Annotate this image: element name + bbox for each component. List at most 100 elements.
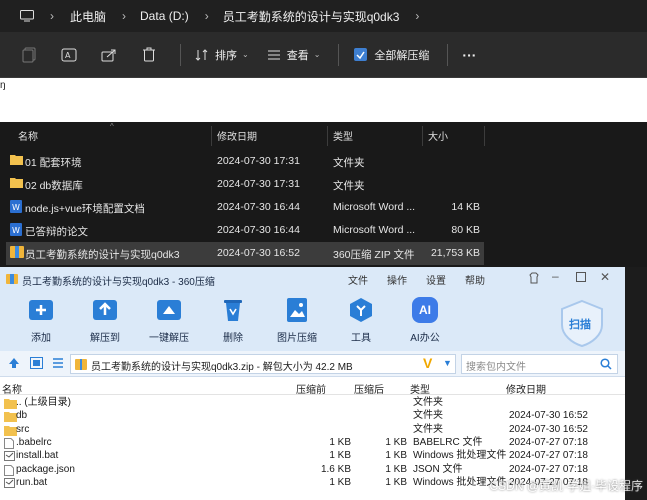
file-row[interactable]: 02 db数据库 2024-07-30 17:31 文件夹 bbox=[6, 173, 484, 196]
extract-to-icon bbox=[92, 297, 118, 323]
zip-entry-row[interactable]: db 文件夹 2024-07-30 16:52 bbox=[0, 409, 625, 423]
zip-entry-date: 2024-07-27 07:18 bbox=[509, 463, 588, 475]
file-type: 360压缩 ZIP 文件 bbox=[333, 249, 415, 261]
breadcrumb-drive[interactable]: Data (D:) bbox=[140, 9, 189, 23]
tools-icon bbox=[348, 297, 374, 323]
folder-icon bbox=[4, 398, 17, 409]
zip-column-before[interactable]: 压缩前 bbox=[296, 381, 326, 396]
delete-button[interactable]: 删除 bbox=[207, 297, 259, 344]
zip-column-date[interactable]: 修改日期 bbox=[506, 381, 546, 396]
zip-entry-row[interactable]: .. (上级目录) 文件夹 bbox=[0, 396, 625, 409]
add-icon bbox=[28, 297, 54, 323]
image-compress-icon bbox=[284, 297, 310, 323]
sort-caret-icon: ^ bbox=[110, 122, 114, 131]
file-size: 21,753 KB bbox=[430, 247, 480, 259]
zip-entry-row[interactable]: .babelrc 1 KB 1 KB BABELRC 文件 2024-07-27 07:… bbox=[0, 436, 625, 449]
more-button[interactable]: ··· bbox=[462, 47, 476, 63]
file-type: Microsoft Word ... bbox=[333, 224, 416, 236]
file-type: Microsoft Word ... bbox=[333, 201, 416, 213]
zip-icon bbox=[10, 246, 24, 258]
column-header-date[interactable]: 修改日期 bbox=[217, 128, 257, 143]
ai-office-label: AI办公 bbox=[410, 333, 440, 344]
breadcrumb-this-pc[interactable]: 此电脑 bbox=[70, 8, 106, 25]
file-row[interactable]: W 已答辩的论文 2024-07-30 16:44 Microsoft Word ..… bbox=[6, 219, 484, 242]
minimize-icon[interactable]: – bbox=[552, 269, 559, 283]
chevron-right-icon: › bbox=[204, 9, 209, 23]
zip-entry-row[interactable]: install.bat 1 KB 1 KB Windows 批处理文件 2024-07-… bbox=[0, 449, 625, 462]
zip-column-type[interactable]: 类型 bbox=[410, 381, 430, 396]
extract-to-button[interactable]: 解压到 bbox=[79, 297, 131, 344]
column-divider[interactable] bbox=[211, 126, 212, 146]
column-divider[interactable] bbox=[422, 126, 423, 146]
zip-entry-name: run.bat bbox=[16, 476, 48, 488]
add-button[interactable]: 添加 bbox=[15, 297, 67, 344]
file-date: 2024-07-30 16:52 bbox=[217, 247, 300, 259]
zip-entry-row[interactable]: package.json 1.6 KB 1 KB JSON 文件 2024-07-27 … bbox=[0, 463, 625, 476]
one-click-extract-button[interactable]: 一键解压 bbox=[143, 297, 195, 344]
file-size: 80 KB bbox=[451, 224, 480, 236]
address-bar[interactable]: › 此电脑 › Data (D:) › 员工考勤系统的设计与实现q0dk3 › bbox=[0, 0, 647, 32]
zip-column-after[interactable]: 压缩后 bbox=[354, 381, 384, 396]
view-mode-icon[interactable] bbox=[30, 357, 43, 372]
search-icon[interactable] bbox=[600, 358, 612, 373]
maximize-icon[interactable] bbox=[576, 272, 586, 285]
file-row[interactable]: 01 配套环境 2024-07-30 17:31 文件夹 bbox=[6, 150, 484, 173]
delete-label: 删除 bbox=[223, 333, 243, 344]
zip-entry-row[interactable]: src 文件夹 2024-07-30 16:52 bbox=[0, 423, 625, 436]
monitor-icon bbox=[20, 10, 34, 22]
copy-icon[interactable] bbox=[20, 46, 38, 64]
path-field[interactable]: 员工考勤系统的设计与实现q0dk3.zip - 解包大小为 42.2 MB V … bbox=[70, 354, 456, 374]
file-row[interactable]: 员工考勤系统的设计与实现q0dk3 2024-07-30 16:52 360压缩 Z… bbox=[6, 242, 484, 265]
word-icon: W bbox=[10, 200, 23, 213]
zip-entry-after: 1 KB bbox=[385, 476, 407, 488]
search-box[interactable]: 搜索包内文件 bbox=[461, 354, 618, 374]
dropdown-icon[interactable]: ▼ bbox=[443, 358, 452, 368]
image-compress-label: 图片压缩 bbox=[277, 333, 317, 344]
view-button[interactable]: 查看 ⌄ bbox=[267, 47, 320, 63]
v-logo-icon[interactable]: V bbox=[423, 355, 432, 371]
menu-settings[interactable]: 设置 bbox=[426, 272, 446, 287]
toolbar-divider bbox=[338, 43, 340, 66]
column-header-type[interactable]: 类型 bbox=[333, 128, 353, 143]
scan-button[interactable]: 扫描 bbox=[560, 299, 604, 348]
list-view-icon[interactable] bbox=[52, 357, 64, 372]
zip-entry-name: .babelrc bbox=[16, 436, 52, 448]
tools-button[interactable]: 工具 bbox=[335, 297, 387, 344]
chevron-right-icon: › bbox=[50, 9, 54, 23]
file-date: 2024-07-30 16:44 bbox=[217, 224, 300, 236]
share-icon[interactable] bbox=[100, 46, 118, 64]
zip-column-name[interactable]: 名称 bbox=[2, 381, 22, 396]
zip-entry-type: 文件夹 bbox=[413, 423, 443, 435]
view-icon bbox=[267, 50, 280, 59]
zip-title-bar[interactable]: 员工考勤系统的设计与实现q0dk3 - 360压缩 文件 操作 设置 帮助 – … bbox=[0, 267, 625, 291]
menu-operation[interactable]: 操作 bbox=[387, 272, 407, 287]
menu-file[interactable]: 文件 bbox=[348, 272, 368, 287]
file-date: 2024-07-30 17:31 bbox=[217, 155, 300, 167]
zip-entry-before: 1.6 KB bbox=[320, 463, 351, 475]
column-header-size[interactable]: 大小 bbox=[428, 128, 448, 143]
trash-icon[interactable] bbox=[140, 46, 158, 64]
up-arrow-icon[interactable] bbox=[8, 357, 20, 372]
skin-icon[interactable] bbox=[528, 272, 540, 287]
menu-help[interactable]: 帮助 bbox=[465, 272, 485, 287]
sort-button[interactable]: 排序 ⌄ bbox=[195, 47, 249, 63]
view-label: 查看 bbox=[286, 49, 309, 62]
extract-all-button[interactable]: 全部解压缩 bbox=[353, 47, 429, 63]
folder-icon bbox=[4, 425, 17, 436]
background-edge bbox=[625, 267, 647, 500]
zip-app-icon bbox=[6, 273, 18, 288]
zip-entry-date: 2024-07-30 16:52 bbox=[509, 410, 588, 422]
column-divider[interactable] bbox=[484, 126, 485, 146]
rename-icon[interactable]: A bbox=[60, 46, 78, 64]
file-row[interactable]: Wnode.js+vue环境配置文档 2024-07-30 16:44 Micros… bbox=[6, 196, 484, 219]
breadcrumb-folder[interactable]: 员工考勤系统的设计与实现q0dk3 bbox=[223, 8, 400, 25]
close-icon[interactable]: ✕ bbox=[600, 270, 610, 284]
ai-office-button[interactable]: AI AI办公 bbox=[399, 297, 451, 344]
add-label: 添加 bbox=[31, 333, 51, 344]
zip-window: 员工考勤系统的设计与实现q0dk3 - 360压缩 文件 操作 设置 帮助 – … bbox=[0, 267, 625, 500]
column-header-name[interactable]: 名称 bbox=[18, 128, 38, 143]
column-divider[interactable] bbox=[327, 126, 328, 146]
zip-entry-type: 文件夹 bbox=[413, 397, 443, 408]
image-compress-button[interactable]: 图片压缩 bbox=[271, 297, 323, 344]
file-name: 员工考勤系统的设计与实现q0dk3 bbox=[25, 249, 180, 261]
